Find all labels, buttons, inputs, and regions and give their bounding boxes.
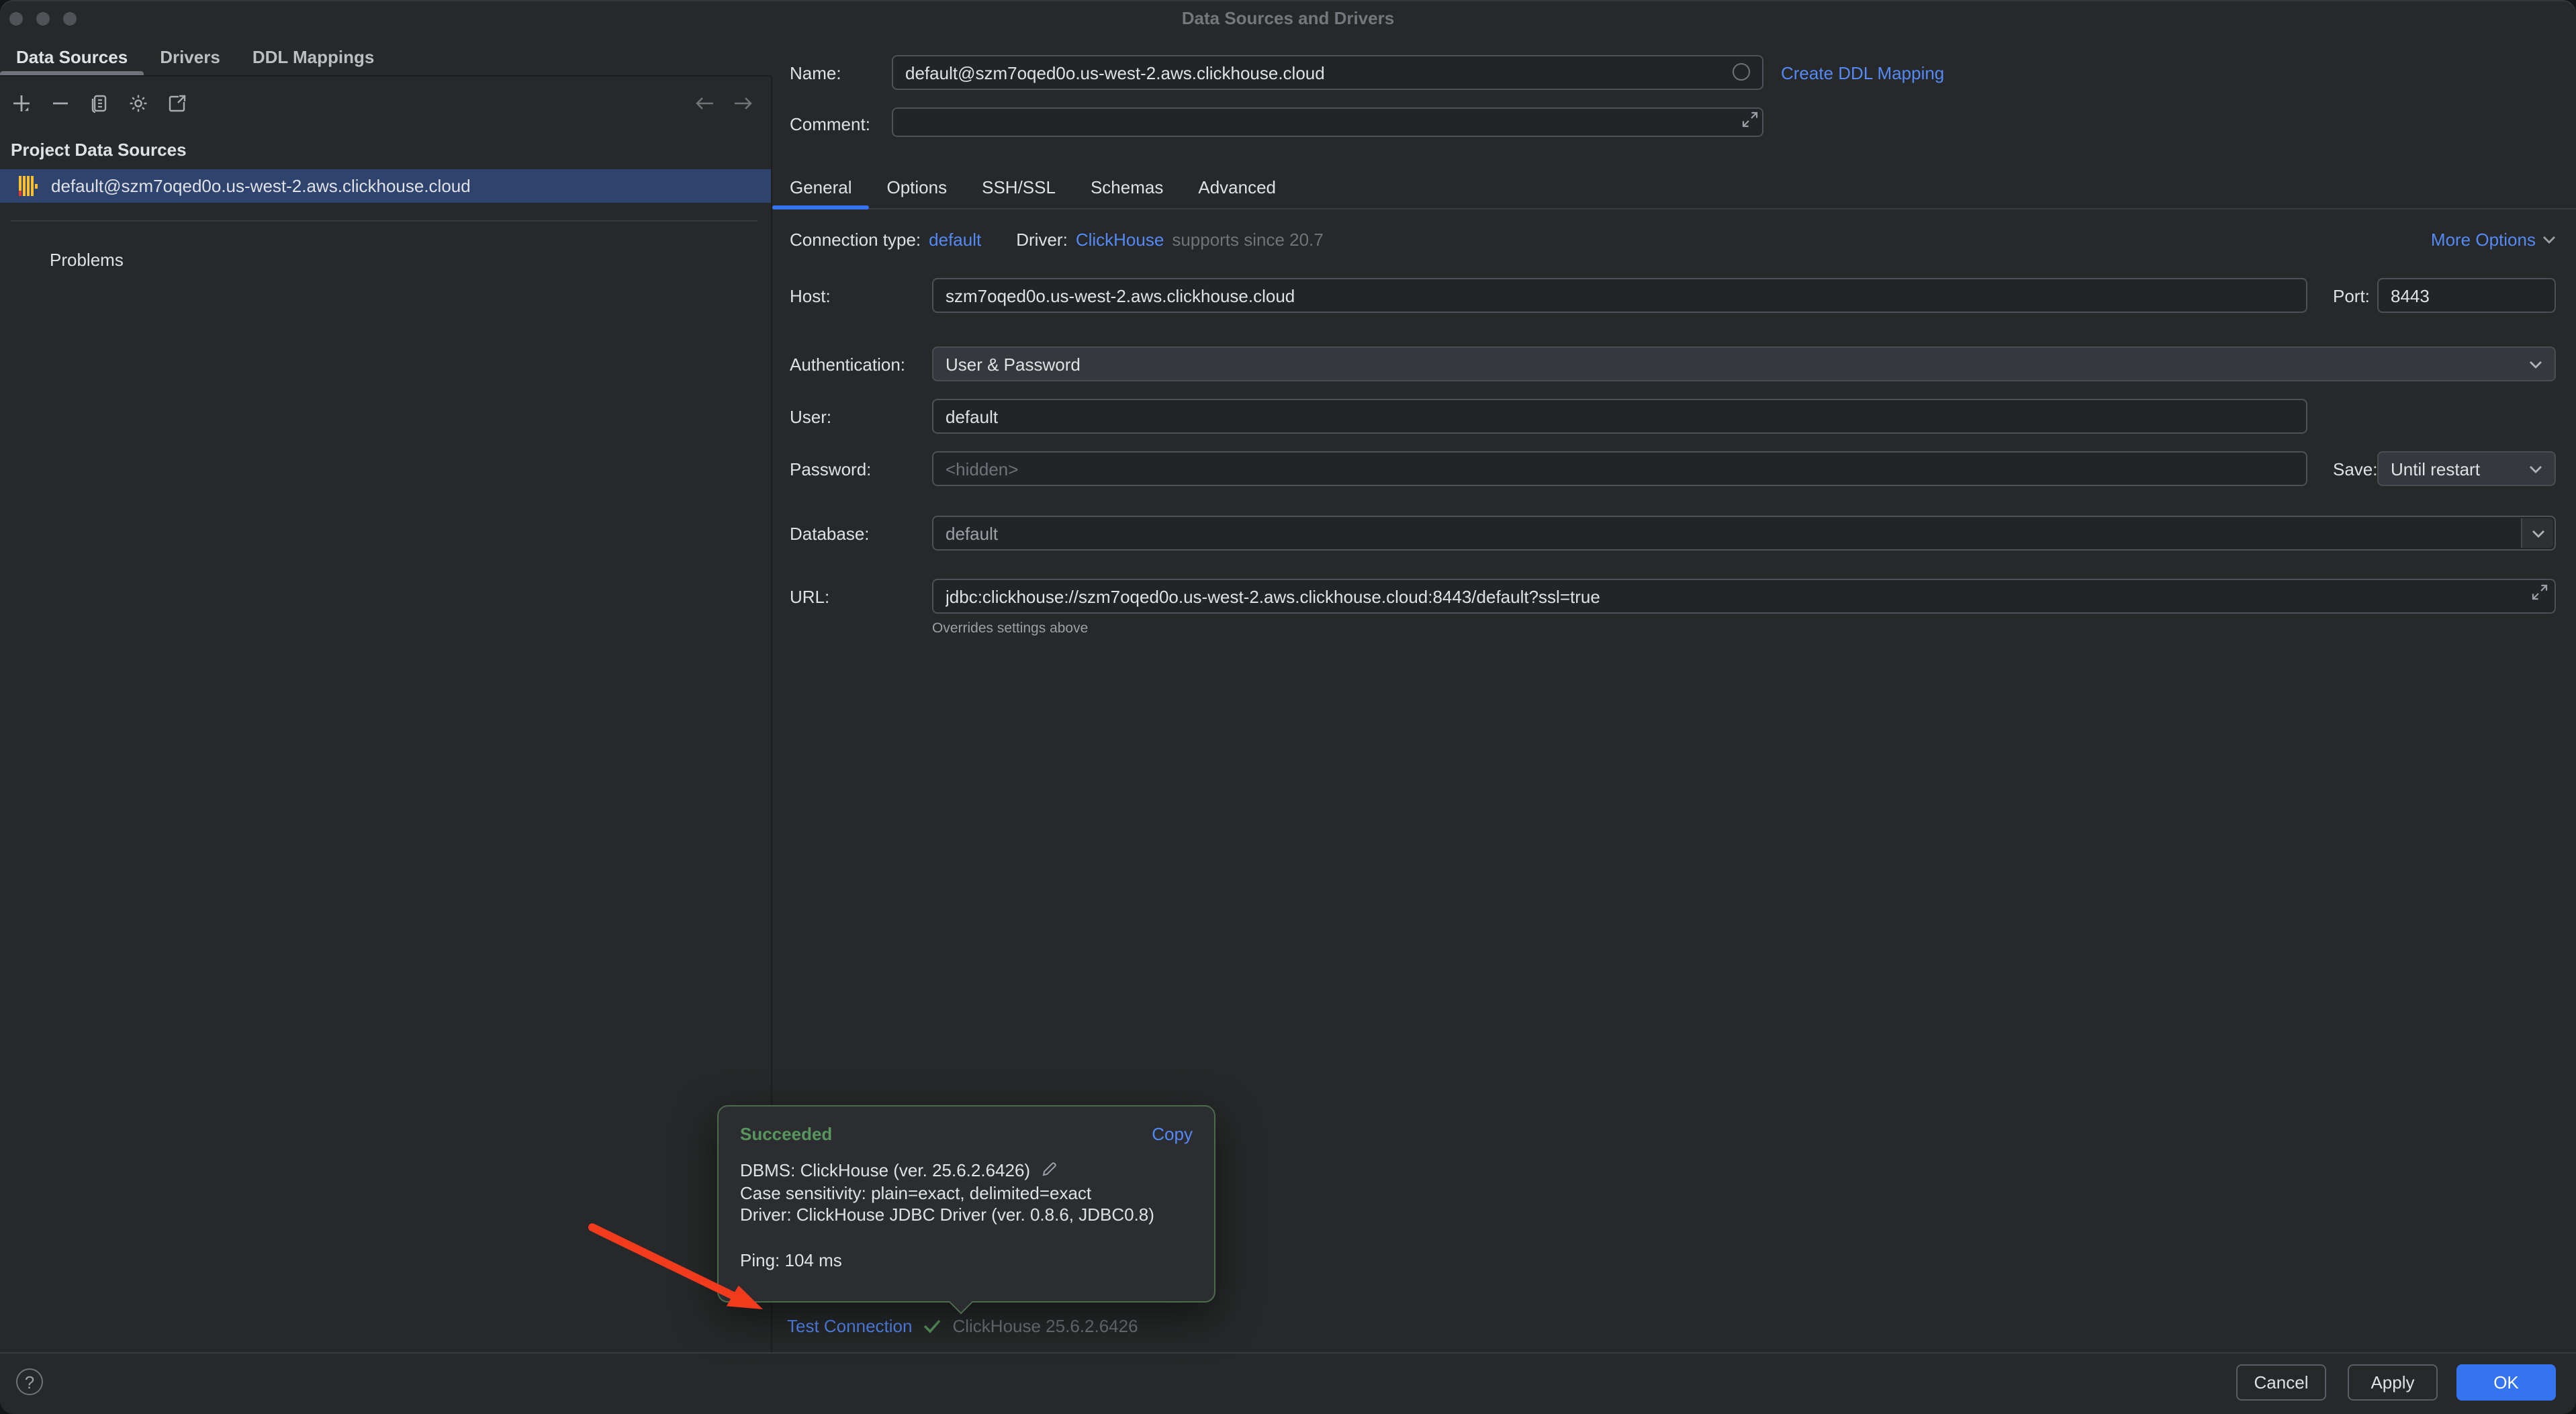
case-sensitivity-line: Case sensitivity: plain=exact, delimited… (740, 1182, 1193, 1205)
test-connection-row: Test Connection ClickHouse 25.6.2.6426 (787, 1316, 1138, 1336)
host-label: Host: (790, 286, 831, 306)
tab-schemas[interactable]: Schemas (1073, 167, 1181, 208)
connection-type-label: Connection type: (790, 230, 921, 250)
chevron-down-icon (2542, 235, 2556, 244)
authentication-select[interactable]: User & Password (932, 346, 2556, 381)
save-label: Save: (2333, 459, 2378, 479)
sidebar: Data Sources Drivers DDL Mappings (0, 0, 771, 1352)
chevron-down-icon (2531, 528, 2544, 538)
tab-ssh-ssl[interactable]: SSH/SSL (964, 167, 1073, 208)
password-input[interactable] (932, 451, 2307, 486)
form-tab-strip: General Options SSH/SSL Schemas Advanced (772, 167, 2576, 209)
tab-options[interactable]: Options (870, 167, 965, 208)
tab-drivers[interactable]: Drivers (144, 38, 236, 75)
expand-field-icon[interactable] (1742, 111, 1758, 128)
password-label: Password: (790, 459, 871, 479)
comment-input[interactable] (892, 107, 1763, 137)
sidebar-tab-strip: Data Sources Drivers DDL Mappings (0, 38, 771, 77)
database-combobox[interactable]: default (932, 516, 2556, 551)
connection-status-text: ClickHouse 25.6.2.6426 (952, 1316, 1138, 1336)
export-icon[interactable] (167, 93, 188, 114)
driver-value-link[interactable]: ClickHouse (1076, 230, 1164, 250)
sidebar-divider (11, 220, 757, 222)
host-input[interactable] (932, 278, 2307, 313)
duplicate-icon[interactable] (89, 93, 110, 114)
authentication-label: Authentication: (790, 355, 905, 375)
red-annotation-arrow (575, 1206, 783, 1324)
clickhouse-datasource-icon (19, 176, 39, 196)
create-ddl-mapping-link[interactable]: Create DDL Mapping (1781, 63, 1944, 83)
ok-button[interactable]: OK (2456, 1364, 2556, 1401)
driver-line: Driver: ClickHouse JDBC Driver (ver. 0.8… (740, 1205, 1193, 1227)
history-nav (693, 89, 753, 118)
sidebar-toolbar (11, 89, 188, 118)
cancel-button[interactable]: Cancel (2236, 1364, 2326, 1401)
tab-ddl-mappings[interactable]: DDL Mappings (236, 38, 391, 75)
comment-label: Comment: (790, 114, 870, 134)
back-arrow-icon[interactable] (693, 93, 715, 114)
copy-link[interactable]: Copy (1152, 1124, 1193, 1144)
database-dropdown-button[interactable] (2521, 518, 2553, 548)
tab-general[interactable]: General (772, 167, 870, 208)
dbms-line: DBMS: ClickHouse (ver. 25.6.2.6426) (740, 1160, 1193, 1182)
datasource-list-item[interactable]: default@szm7oqed0o.us-west-2.aws.clickho… (0, 169, 771, 203)
apply-button[interactable]: Apply (2348, 1364, 2438, 1401)
save-select[interactable]: Until restart (2377, 451, 2556, 486)
test-connection-link[interactable]: Test Connection (787, 1316, 912, 1336)
footer-divider (0, 1352, 2576, 1354)
remove-icon[interactable] (50, 93, 71, 114)
driver-label: Driver: (1016, 230, 1068, 250)
edit-pencil-icon[interactable] (1040, 1162, 1056, 1178)
more-options-link[interactable]: More Options (2431, 230, 2556, 250)
success-check-icon (923, 1319, 941, 1333)
test-connection-result-popup: Succeeded Copy DBMS: ClickHouse (ver. 25… (717, 1105, 1215, 1303)
chevron-down-icon (2529, 359, 2542, 369)
user-label: User: (790, 407, 831, 427)
url-note: Overrides settings above (932, 620, 1088, 637)
name-label: Name: (790, 63, 841, 83)
question-mark-icon: ? (25, 1372, 34, 1392)
forward-arrow-icon[interactable] (732, 93, 753, 114)
url-input[interactable] (932, 579, 2556, 614)
ping-line: Ping: 104 ms (740, 1250, 1193, 1270)
driver-support-note: supports since 20.7 (1172, 230, 1323, 250)
datasource-label: default@szm7oqed0o.us-west-2.aws.clickho… (51, 176, 471, 196)
help-button[interactable]: ? (16, 1368, 43, 1395)
user-input[interactable] (932, 399, 2307, 434)
problems-section-label[interactable]: Problems (50, 250, 124, 270)
data-sources-dialog: Data Sources and Drivers Data Sources Dr… (0, 0, 2576, 1414)
port-label: Port: (2333, 286, 2370, 306)
port-input[interactable] (2377, 278, 2556, 313)
chevron-down-icon (2529, 464, 2542, 473)
status-badge: Succeeded (740, 1124, 832, 1144)
expand-field-icon[interactable] (2532, 584, 2548, 600)
settings-gear-icon[interactable] (128, 93, 149, 114)
project-data-sources-header: Project Data Sources (11, 140, 187, 160)
add-icon[interactable] (11, 93, 32, 114)
tab-data-sources[interactable]: Data Sources (0, 38, 144, 75)
database-label: Database: (790, 524, 870, 544)
tab-advanced[interactable]: Advanced (1181, 167, 1293, 208)
url-label: URL: (790, 587, 829, 607)
name-input[interactable] (892, 55, 1763, 90)
datasource-color-circle-icon[interactable] (1733, 63, 1750, 81)
connection-type-value-link[interactable]: default (929, 230, 981, 250)
connection-type-row: Connection type: default Driver: ClickHo… (790, 230, 1324, 250)
